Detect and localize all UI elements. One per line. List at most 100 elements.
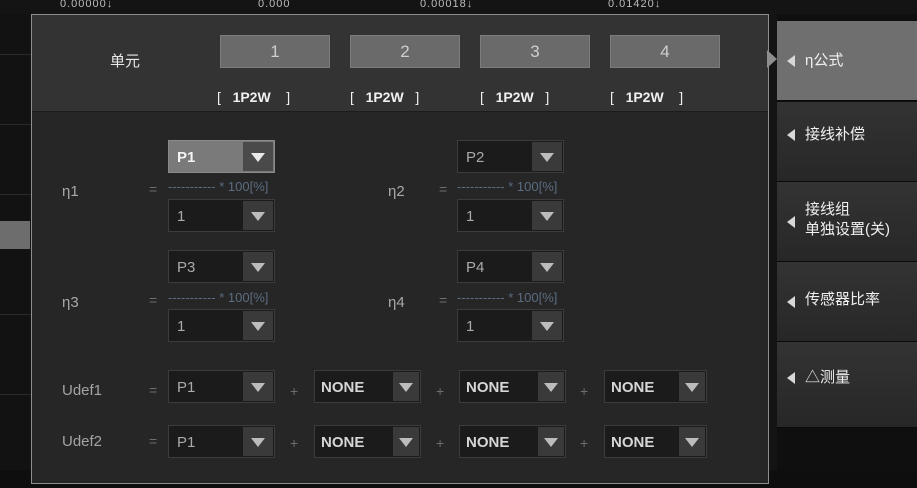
eta2-denominator-value: 1 [466,208,475,225]
eta4-numerator-value: P4 [466,259,485,276]
triangle-left-icon [787,129,795,141]
wiring-unit-2: [ 1P2W ] [350,89,420,105]
udef1-term-3-select[interactable]: NONE [459,370,566,403]
chevron-down-icon [243,252,273,281]
unit-label: 单元 [110,53,141,70]
menu-item-eta-formula[interactable]: η公式 [777,21,917,101]
udef2-label: Udef2 [62,433,103,450]
softkey-menu: η公式 接线补偿 接线组 单独设置(关) 传感器比率 △测量 [777,14,917,470]
wiring-unit-3: [ 1P2W ] [480,89,550,105]
wiring-unit-4: [ 1P2W ] [610,89,684,105]
eta1-fraction: ----------- * 100[%] [168,179,269,194]
menu-pointer-arrow [767,50,777,68]
plus-sign: + [290,435,299,451]
eta4-equals: = [439,292,448,308]
menu-item-delta-measure[interactable]: △测量 [777,342,917,428]
background-scroll-marker [0,221,30,249]
menu-item-label: 传感器比率 [805,291,881,308]
chevron-down-icon [679,372,705,401]
eta4-denominator-select[interactable]: 1 [457,309,564,342]
menu-item-label: 接线组 单独设置(关) [805,201,890,238]
plus-sign: + [290,383,299,399]
eta3-denominator-select[interactable]: 1 [168,309,275,342]
menu-item-wiring-compensation[interactable]: 接线补偿 [777,102,917,182]
background-readout-strip: 0.00000↓ 0.000 0.00018↓ 0.01420↓ [0,0,917,14]
eta2-denominator-select[interactable]: 1 [457,199,564,232]
chevron-down-icon [243,311,273,340]
chevron-down-icon [393,427,419,456]
chevron-down-icon [243,142,273,171]
triangle-left-icon [787,216,795,228]
plus-sign: + [580,435,589,451]
plus-sign: + [436,383,445,399]
udef2-term-3-value: NONE [466,434,510,451]
bg-value-3: 0.00018↓ [420,0,474,10]
menu-item-sensor-ratio[interactable]: 传感器比率 [777,262,917,342]
udef2-term-4-select[interactable]: NONE [604,425,707,458]
chevron-down-icon [243,372,273,401]
eta2-label: η2 [388,183,405,200]
eta3-numerator-select[interactable]: P3 [168,250,275,283]
chevron-down-icon [532,311,562,340]
chevron-down-icon [538,372,564,401]
eta4-numerator-select[interactable]: P4 [457,250,564,283]
eta2-numerator-select[interactable]: P2 [457,140,564,173]
udef2-term-3-select[interactable]: NONE [459,425,566,458]
eta2-fraction: ----------- * 100[%] [457,179,558,194]
udef2-term-2-select[interactable]: NONE [314,425,421,458]
chevron-down-icon [532,142,562,171]
eta2-equals: = [439,181,448,197]
bg-value-1: 0.00000↓ [60,0,114,10]
background-left-panel [0,14,32,470]
triangle-left-icon [787,55,795,67]
chevron-down-icon [243,201,273,230]
chevron-down-icon [243,427,273,456]
menu-item-label: △测量 [805,369,851,386]
eta3-equals: = [149,292,158,308]
eta1-numerator-value: P1 [177,149,196,166]
eta-formula-dialog: 单元 1 2 3 4 [ 1P2W ] [ 1P2W ] [ 1P2W ] [ … [31,14,769,484]
udef1-term-4-value: NONE [611,379,655,396]
unit-header: 单元 1 2 3 4 [ 1P2W ] [ 1P2W ] [ 1P2W ] [ … [32,15,768,112]
udef1-term-4-select[interactable]: NONE [604,370,707,403]
eta1-denominator-select[interactable]: 1 [168,199,275,232]
chevron-down-icon [532,252,562,281]
menu-item-label: 接线补偿 [805,126,866,143]
menu-item-wiring-group-setting[interactable]: 接线组 单独设置(关) [777,182,917,262]
triangle-left-icon [787,296,795,308]
eta4-fraction: ----------- * 100[%] [457,290,558,305]
triangle-left-icon [787,372,795,384]
eta3-label: η3 [62,294,79,311]
eta1-equals: = [149,181,158,197]
unit-button-2[interactable]: 2 [350,35,460,68]
plus-sign: + [436,435,445,451]
chevron-down-icon [393,372,419,401]
chevron-down-icon [679,427,705,456]
eta3-numerator-value: P3 [177,259,196,276]
bg-value-4: 0.01420↓ [608,0,662,10]
unit-button-3[interactable]: 3 [480,35,590,68]
unit-button-1[interactable]: 1 [220,35,330,68]
udef2-equals: = [149,433,158,449]
udef1-term-2-value: NONE [321,379,365,396]
eta4-denominator-value: 1 [466,318,475,335]
udef1-label: Udef1 [62,382,103,399]
eta1-denominator-value: 1 [177,208,186,225]
udef1-term-2-select[interactable]: NONE [314,370,421,403]
menu-item-label: η公式 [805,52,844,69]
udef1-term-1-select[interactable]: P1 [168,370,275,403]
eta1-numerator-select[interactable]: P1 [168,140,275,173]
eta3-fraction: ----------- * 100[%] [168,290,269,305]
eta4-label: η4 [388,294,405,311]
udef1-term-1-value: P1 [177,379,196,396]
wiring-unit-1: [ 1P2W ] [217,89,291,105]
chevron-down-icon [532,201,562,230]
unit-button-4[interactable]: 4 [610,35,720,68]
udef2-term-1-select[interactable]: P1 [168,425,275,458]
chevron-down-icon [538,427,564,456]
udef1-equals: = [149,382,158,398]
eta1-label: η1 [62,183,79,200]
eta3-denominator-value: 1 [177,318,186,335]
udef2-term-4-value: NONE [611,434,655,451]
udef2-term-1-value: P1 [177,434,196,451]
